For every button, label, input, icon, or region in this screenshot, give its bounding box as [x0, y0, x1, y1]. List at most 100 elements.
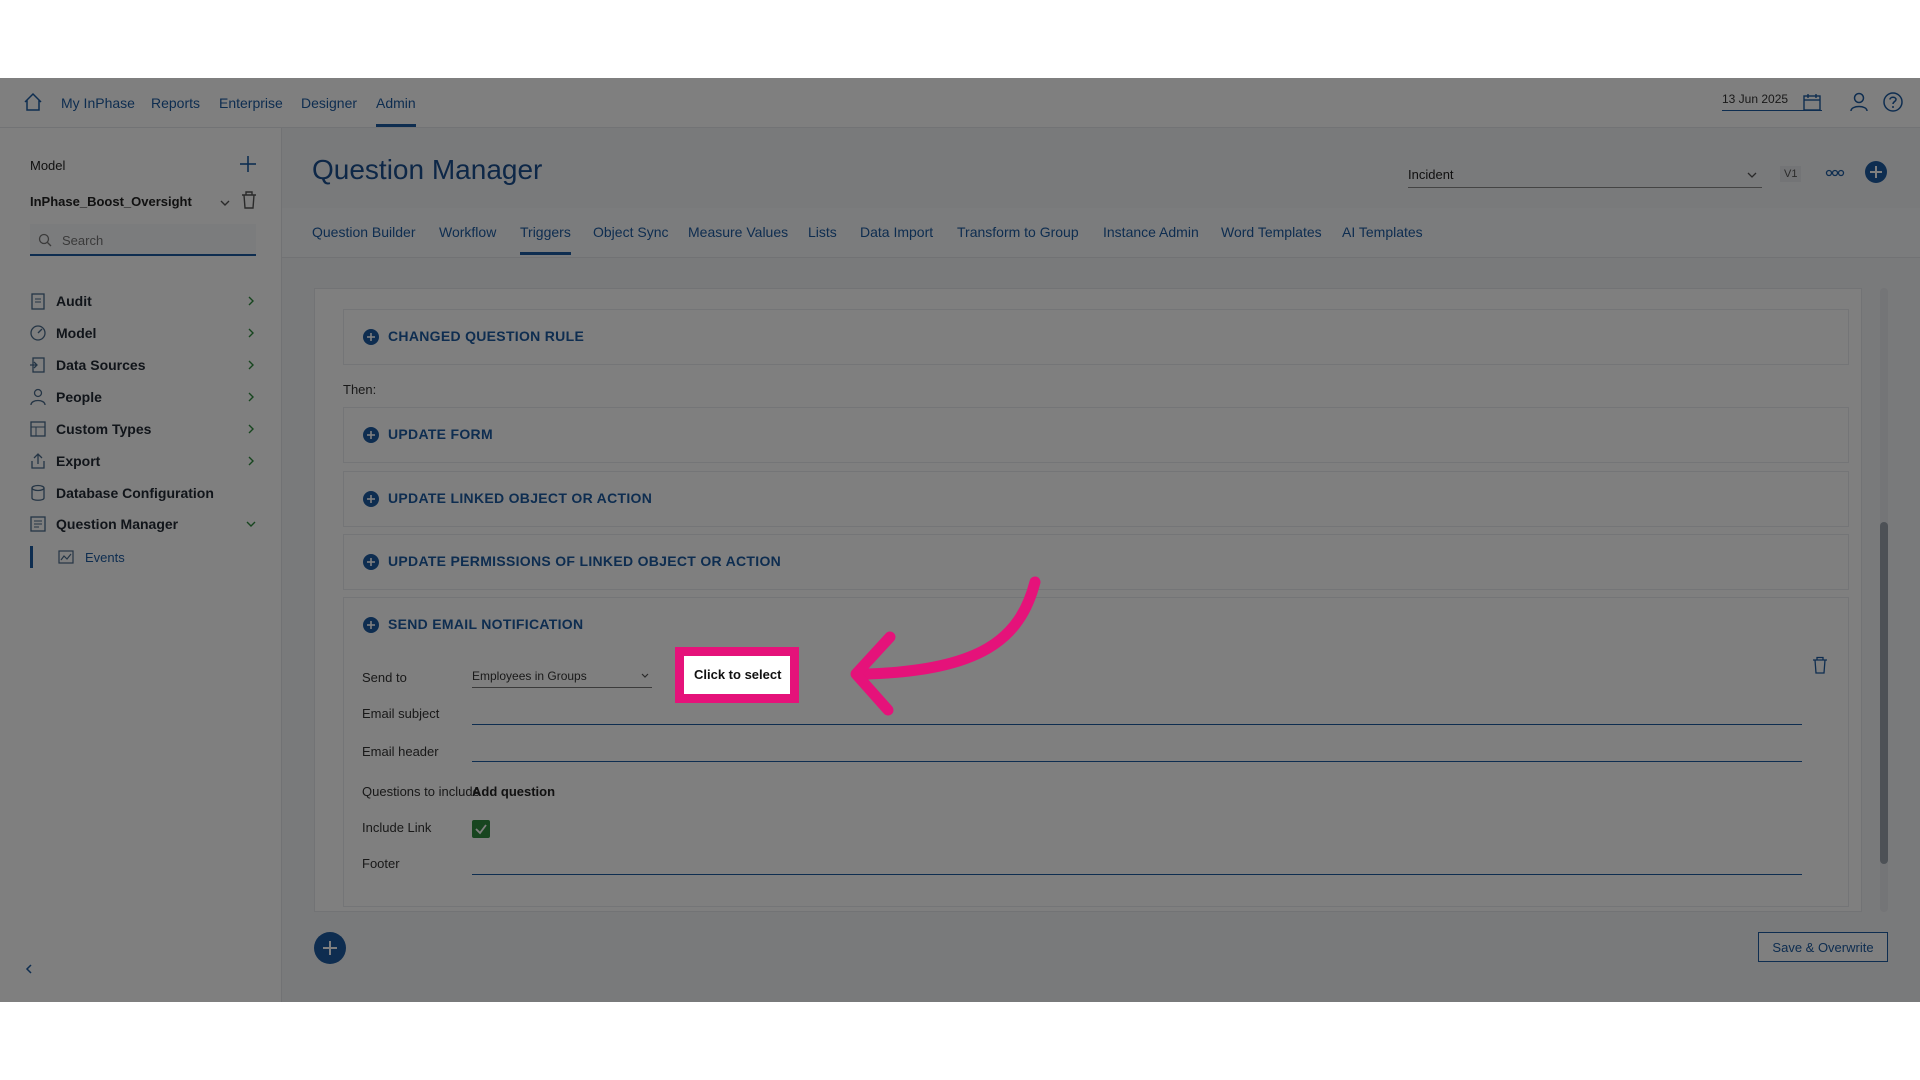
sidebar-item-label: Model: [56, 325, 97, 341]
add-action-button[interactable]: [314, 932, 346, 964]
section-title: SEND EMAIL NOTIFICATION: [388, 616, 584, 632]
section-title: CHANGED QUESTION RULE: [388, 328, 585, 344]
export-icon: [31, 453, 45, 469]
checkmark-icon: [475, 824, 487, 835]
chevron-down-icon: [246, 521, 256, 527]
tab-question-builder[interactable]: Question Builder: [312, 224, 416, 240]
sidebar-item-label: Audit: [56, 293, 92, 309]
delete-action-icon[interactable]: [1812, 656, 1828, 674]
tab-triggers[interactable]: Triggers: [520, 224, 571, 255]
help-icon[interactable]: [1882, 91, 1904, 113]
scrollbar-thumb[interactable]: [1880, 522, 1888, 864]
sidebar-item-custom-types[interactable]: Custom Types: [26, 416, 258, 442]
include-link-label: Include Link: [362, 820, 432, 835]
tab-data-import[interactable]: Data Import: [860, 224, 933, 240]
model-name[interactable]: InPhase_Boost_Oversight: [30, 194, 192, 209]
chevron-right-icon: [248, 328, 254, 338]
events-icon: [58, 550, 74, 564]
section-title: UPDATE PERMISSIONS OF LINKED OBJECT OR A…: [388, 553, 782, 569]
sidebar-item-label: Question Manager: [56, 516, 179, 532]
search-input[interactable]: [62, 230, 247, 250]
sidebar-item-export[interactable]: Export: [26, 448, 258, 474]
custom-types-icon: [30, 421, 46, 437]
sidebar-item-people[interactable]: People: [26, 384, 258, 410]
section-update-permissions[interactable]: UPDATE PERMISSIONS OF LINKED OBJECT OR A…: [343, 534, 1849, 590]
include-link-checkbox[interactable]: [472, 820, 490, 838]
sidebar-item-label: Database Configuration: [56, 485, 214, 501]
nav-my-inphase[interactable]: My InPhase: [61, 95, 135, 111]
email-subject-label: Email subject: [362, 706, 440, 721]
tab-transform-to-group[interactable]: Transform to Group: [957, 224, 1079, 240]
send-to-label: Send to: [362, 670, 407, 685]
tab-measure-values[interactable]: Measure Values: [688, 224, 788, 240]
tab-instance-admin[interactable]: Instance Admin: [1103, 224, 1199, 240]
add-model-icon[interactable]: [238, 154, 258, 174]
section-update-linked-object[interactable]: UPDATE LINKED OBJECT OR ACTION: [343, 471, 1849, 527]
save-overwrite-button[interactable]: Save & Overwrite: [1758, 932, 1888, 962]
chevron-down-icon: [1747, 172, 1757, 178]
sidebar-search: [30, 224, 256, 256]
collapse-sidebar-icon[interactable]: [22, 962, 36, 976]
sidebar-item-model[interactable]: Model: [26, 320, 258, 346]
callout-text: Click to select: [694, 667, 782, 682]
add-circle-icon[interactable]: [1864, 160, 1888, 184]
section-update-form[interactable]: UPDATE FORM: [343, 407, 1849, 463]
sidebar-item-data-sources[interactable]: Data Sources: [26, 352, 258, 378]
model-icon: [30, 325, 46, 341]
object-type-select[interactable]: Incident: [1408, 164, 1762, 188]
tab-word-templates[interactable]: Word Templates: [1221, 224, 1322, 240]
send-to-select[interactable]: Employees in Groups: [472, 664, 652, 688]
data-sources-icon: [30, 357, 45, 373]
expand-icon: [363, 554, 379, 570]
sidebar-item-audit[interactable]: Audit: [26, 288, 258, 314]
user-icon[interactable]: [1848, 91, 1870, 113]
expand-icon: [363, 491, 379, 507]
chevron-right-icon: [248, 424, 254, 434]
people-icon: [30, 388, 46, 406]
app-window: My InPhase Reports Enterprise Designer A…: [0, 78, 1920, 1002]
plus-icon: [323, 941, 337, 955]
expand-icon: [363, 427, 379, 443]
delete-model-icon[interactable]: [240, 190, 258, 210]
questions-to-include-label: Questions to include: [362, 784, 480, 799]
sidebar-item-question-manager[interactable]: Question Manager: [26, 511, 258, 537]
more-options-icon[interactable]: [1824, 164, 1846, 182]
click-to-select-callout[interactable]: Click to select: [675, 647, 799, 703]
tab-lists[interactable]: Lists: [808, 224, 837, 240]
sidebar: Model InPhase_Boost_Oversight Audit Mode…: [0, 128, 282, 1002]
nav-designer[interactable]: Designer: [301, 95, 357, 111]
page-title: Question Manager: [312, 154, 543, 185]
sidebar-subitem-events[interactable]: Events: [30, 546, 258, 568]
tab-workflow[interactable]: Workflow: [439, 224, 496, 240]
tab-bar: Question Builder Workflow Triggers Objec…: [282, 208, 1920, 258]
footer-field[interactable]: [472, 874, 1802, 875]
footer-label: Footer: [362, 856, 400, 871]
sidebar-item-label: People: [56, 389, 102, 405]
nav-admin[interactable]: Admin: [376, 95, 416, 127]
email-header-field[interactable]: [472, 761, 1802, 762]
question-manager-icon: [30, 516, 46, 532]
pointer-arrow-icon: [850, 576, 1041, 716]
nav-reports[interactable]: Reports: [151, 95, 200, 111]
audit-icon: [31, 293, 45, 310]
home-icon[interactable]: [22, 91, 44, 113]
nav-enterprise[interactable]: Enterprise: [219, 95, 283, 111]
section-send-email-notification: SEND EMAIL NOTIFICATION Send to Employee…: [343, 597, 1849, 907]
email-subject-field[interactable]: [472, 724, 1802, 725]
database-icon: [31, 484, 45, 501]
expand-icon: [363, 617, 379, 633]
chevron-down-icon: [641, 673, 649, 678]
add-question-link[interactable]: Add question: [472, 784, 555, 799]
sidebar-item-label: Custom Types: [56, 421, 152, 437]
chevron-right-icon: [248, 296, 254, 306]
top-nav-bar: My InPhase Reports Enterprise Designer A…: [0, 78, 1920, 128]
section-changed-question-rule[interactable]: CHANGED QUESTION RULE: [343, 309, 1849, 365]
chevron-right-icon: [248, 392, 254, 402]
sidebar-item-database-configuration[interactable]: Database Configuration: [26, 480, 258, 506]
tab-object-sync[interactable]: Object Sync: [593, 224, 668, 240]
sidebar-item-label: Data Sources: [56, 357, 146, 373]
email-header-label: Email header: [362, 744, 439, 759]
calendar-icon[interactable]: [1802, 92, 1822, 112]
chevron-down-icon[interactable]: [218, 196, 232, 210]
tab-ai-templates[interactable]: AI Templates: [1342, 224, 1423, 240]
